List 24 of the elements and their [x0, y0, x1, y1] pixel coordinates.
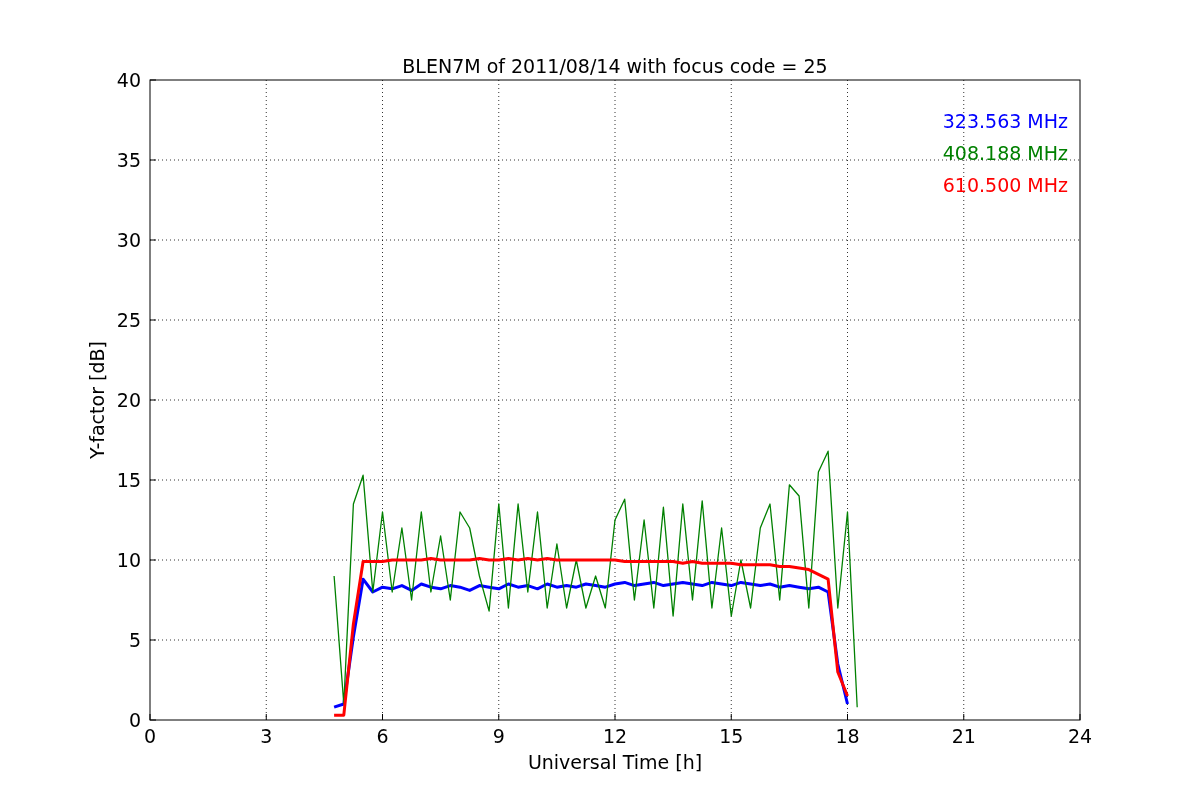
tick-label: 35	[116, 149, 141, 171]
tick-label: 0	[128, 709, 141, 731]
tick-label: 12	[602, 725, 628, 747]
legend-label: 323.563 MHz	[942, 110, 1068, 132]
tick-label: 24	[1067, 725, 1093, 747]
tick-label: 10	[116, 549, 141, 571]
tick-label: 15	[116, 469, 141, 491]
tick-label: 15	[719, 725, 744, 747]
tick-label: 5	[128, 629, 141, 651]
tick-label: 20	[116, 389, 141, 411]
tick-label: 21	[951, 725, 976, 747]
tick-label: 25	[116, 309, 141, 331]
tick-label: 0	[143, 725, 157, 747]
y-axis-label: Y-factor [dB]	[86, 341, 108, 459]
legend-label: 408.188 MHz	[942, 142, 1068, 164]
chart-title: BLEN7M of 2011/08/14 with focus code = 25	[402, 55, 828, 77]
legend-label: 610.500 MHz	[942, 174, 1068, 196]
tick-label: 3	[260, 725, 273, 747]
tick-label: 9	[492, 725, 505, 747]
x-axis-label: Universal Time [h]	[527, 751, 703, 773]
tick-label: 30	[116, 229, 141, 251]
tick-label: 18	[835, 725, 860, 747]
tick-label: 6	[376, 725, 389, 747]
tick-label: 40	[116, 69, 141, 91]
